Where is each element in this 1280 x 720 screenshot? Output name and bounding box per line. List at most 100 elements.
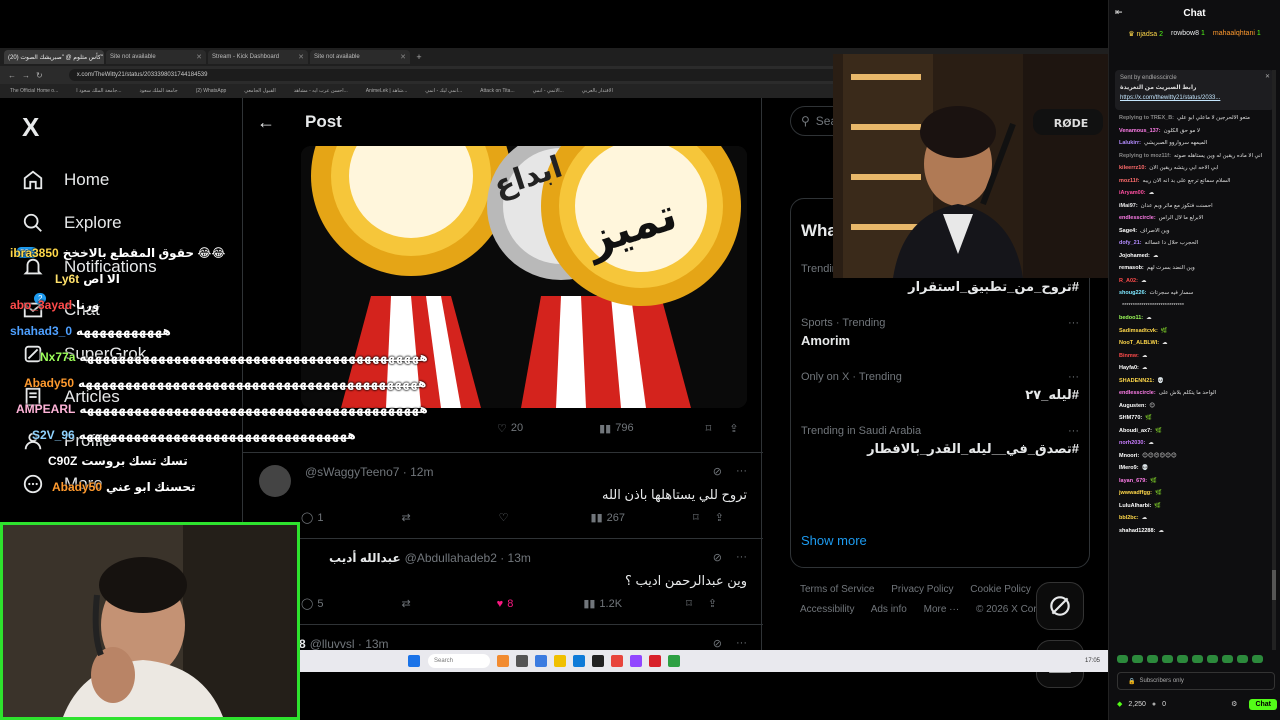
- views-button[interactable]: ▮▮ 1.2K: [583, 597, 622, 611]
- like-button[interactable]: ♡ 20: [497, 422, 523, 435]
- settings-gear-icon[interactable]: ⚙: [1231, 700, 1237, 708]
- taskbar-app-icon[interactable]: [649, 655, 661, 667]
- chat-username[interactable]: jwwwadffgg:: [1119, 490, 1152, 496]
- chat-message[interactable]: Venamous_137: لا مو حق الكلون: [1119, 125, 1275, 138]
- bookmark[interactable]: (2) WhatsApp: [196, 88, 227, 94]
- chat-message[interactable]: SHADENN21: 💀: [1119, 375, 1275, 388]
- chat-username[interactable]: Lalukirr:: [1119, 140, 1141, 146]
- chat-username[interactable]: SHM770:: [1119, 415, 1142, 421]
- like-button[interactable]: ♥ 8: [497, 598, 514, 610]
- bookmark-icon[interactable]: ⌑: [693, 511, 699, 524]
- chat-username[interactable]: SHADENN21:: [1119, 378, 1154, 384]
- url-field[interactable]: x.com/TheWitty21/status/2033398031744184…: [68, 69, 889, 81]
- chat-message[interactable]: kileerrz10: ابي الاخه ابي ريتشه ريقين الا…: [1119, 162, 1275, 175]
- trend-item[interactable]: Trending in Saudi Arabia #تصدق_في__ليله_…: [801, 425, 1079, 457]
- views-button[interactable]: ▮▮ 796: [599, 422, 633, 435]
- chat-username[interactable]: Replying to moz11f:: [1119, 153, 1171, 159]
- chat-message[interactable]: Sadimsadtcvk: 🌿: [1119, 325, 1275, 338]
- chat-username[interactable]: bbl2bc:: [1119, 515, 1139, 521]
- close-icon[interactable]: ✕: [298, 53, 304, 61]
- repost-button[interactable]: ⇄: [401, 511, 410, 524]
- bookmark[interactable]: جامعة الملك سعود: [139, 88, 177, 94]
- grok-icon[interactable]: ⊘: [713, 465, 722, 478]
- chat-message[interactable]: iAryam00: ☁: [1119, 187, 1275, 200]
- bookmark[interactable]: احسن عرب ايه - مشاهد...: [294, 88, 348, 94]
- chat-message[interactable]: norh2030: ☁: [1119, 437, 1275, 450]
- trend-item[interactable]: Only on X · Trending #ليله_٢٧ ···: [801, 371, 1079, 403]
- chat-message[interactable]: remasob: وين النضد بسرت لهم: [1119, 262, 1275, 275]
- footer-link[interactable]: More ···: [924, 604, 960, 615]
- emote-icon[interactable]: [1132, 655, 1143, 663]
- collapse-chat-icon[interactable]: ⇤: [1115, 7, 1123, 18]
- chat-username[interactable]: iAryam00:: [1119, 190, 1146, 196]
- taskbar-app-icon[interactable]: [668, 655, 680, 667]
- windows-start-icon[interactable]: [408, 655, 420, 667]
- chat-message[interactable]: *****************************: [1119, 300, 1275, 313]
- footer-link[interactable]: Ads info: [871, 604, 907, 615]
- chat-message[interactable]: bedoo11: ☁: [1119, 312, 1275, 325]
- reply-handle[interactable]: عبدالله أديب @Abdullahadeb2 · 13m: [329, 551, 531, 565]
- taskbar-app-icon[interactable]: [573, 655, 585, 667]
- chat-username[interactable]: bedoo11:: [1119, 315, 1143, 321]
- grok-icon[interactable]: ⊘: [713, 637, 722, 650]
- close-icon[interactable]: ✕: [1265, 72, 1270, 82]
- chat-message[interactable]: jwwwadffgg: 🌿: [1119, 487, 1275, 500]
- tab-site-unavailable[interactable]: Site not available ✕: [106, 50, 206, 64]
- emote-icon[interactable]: [1207, 655, 1218, 663]
- emote-icon[interactable]: [1177, 655, 1188, 663]
- leaderboard-entry[interactable]: mahaalqhtani 1: [1213, 30, 1261, 52]
- bookmark[interactable]: AnimeLek | شاهد...: [366, 88, 407, 94]
- close-icon[interactable]: ✕: [196, 53, 202, 61]
- more-icon[interactable]: ···: [736, 637, 747, 650]
- chat-username[interactable]: Augusten:: [1119, 403, 1146, 409]
- more-icon[interactable]: ···: [1068, 371, 1079, 383]
- chat-message[interactable]: dofy_21: الحجرب حلال دا عساانه: [1119, 237, 1275, 250]
- chat-message[interactable]: Replying to moz11f: اني الا ماده ريقين له…: [1119, 150, 1275, 163]
- footer-link[interactable]: Terms of Service: [800, 584, 874, 595]
- chat-message[interactable]: Lalukirr: الميمهه سرواروو الصبريشي: [1119, 137, 1275, 150]
- more-icon[interactable]: ···: [736, 465, 747, 478]
- bookmark[interactable]: Attack on Tita...: [480, 88, 514, 94]
- chat-username[interactable]: Aboudi_ax7:: [1119, 428, 1152, 434]
- reply-button[interactable]: ◯ 5: [301, 597, 323, 611]
- chat-username[interactable]: endlesscircle:: [1119, 390, 1156, 396]
- footer-link[interactable]: Privacy Policy: [891, 584, 953, 595]
- chat-message[interactable]: Augusten: 😊: [1119, 400, 1275, 413]
- nav-explore[interactable]: Explore: [20, 202, 157, 246]
- chat-message[interactable]: endlesscircle: الواحد ما يتكلم بلاش على: [1119, 387, 1275, 400]
- reload-icon[interactable]: ↻: [36, 71, 43, 80]
- chat-message[interactable]: LuluAlharbi: 🌿: [1119, 500, 1275, 513]
- footer-link[interactable]: Cookie Policy: [970, 584, 1031, 595]
- emote-icon[interactable]: [1162, 655, 1173, 663]
- bookmark[interactable]: الاقتدار بالعربي: [582, 88, 613, 94]
- emote-icon[interactable]: [1237, 655, 1248, 663]
- chat-message[interactable]: Binmw: ☁: [1119, 350, 1275, 363]
- bookmark[interactable]: الانمي - انمي...: [533, 88, 564, 94]
- taskbar-app-icon[interactable]: [630, 655, 642, 667]
- forward-icon[interactable]: →: [22, 71, 30, 80]
- chat-username[interactable]: shoug226:: [1119, 290, 1147, 296]
- scrollbar-thumb[interactable]: [1272, 570, 1276, 600]
- more-icon[interactable]: ···: [1068, 425, 1079, 437]
- chat-message[interactable]: shoug226: سسار فيه سجرتات: [1119, 287, 1275, 300]
- footer-link[interactable]: Accessibility: [800, 604, 854, 615]
- leaderboard-entry[interactable]: ♛ njadsa 2: [1128, 30, 1163, 52]
- chat-username[interactable]: LuluAlharbi:: [1119, 503, 1151, 509]
- emote-icon[interactable]: [1252, 655, 1263, 663]
- taskbar-app-icon[interactable]: [592, 655, 604, 667]
- bookmark-icon[interactable]: ⌑: [686, 597, 692, 610]
- emote-icon[interactable]: [1222, 655, 1233, 663]
- chat-scrollbar[interactable]: [1272, 70, 1276, 650]
- chat-username[interactable]: endlesscircle:: [1119, 215, 1156, 221]
- pinned-message[interactable]: Sent by endlesscircle رابط الصبريث من ال…: [1115, 70, 1274, 110]
- chat-message[interactable]: endlesscircle: الابرلع ما لال الراس: [1119, 212, 1275, 225]
- repost-button[interactable]: ⇄: [401, 597, 410, 610]
- chat-input[interactable]: 🔒 Subscribers only: [1117, 672, 1275, 690]
- nav-home[interactable]: Home: [20, 158, 157, 202]
- chat-message[interactable]: Aboudi_ax7: 🌿: [1119, 425, 1275, 438]
- trend-item[interactable]: Sports · Trending Amorim ···: [801, 317, 1079, 348]
- share-icon[interactable]: ⇪: [715, 511, 724, 524]
- chat-message[interactable]: bbl2bc: ☁: [1119, 512, 1275, 525]
- bookmark-icon[interactable]: ⌑: [706, 422, 712, 435]
- taskbar-search[interactable]: Search: [428, 654, 490, 668]
